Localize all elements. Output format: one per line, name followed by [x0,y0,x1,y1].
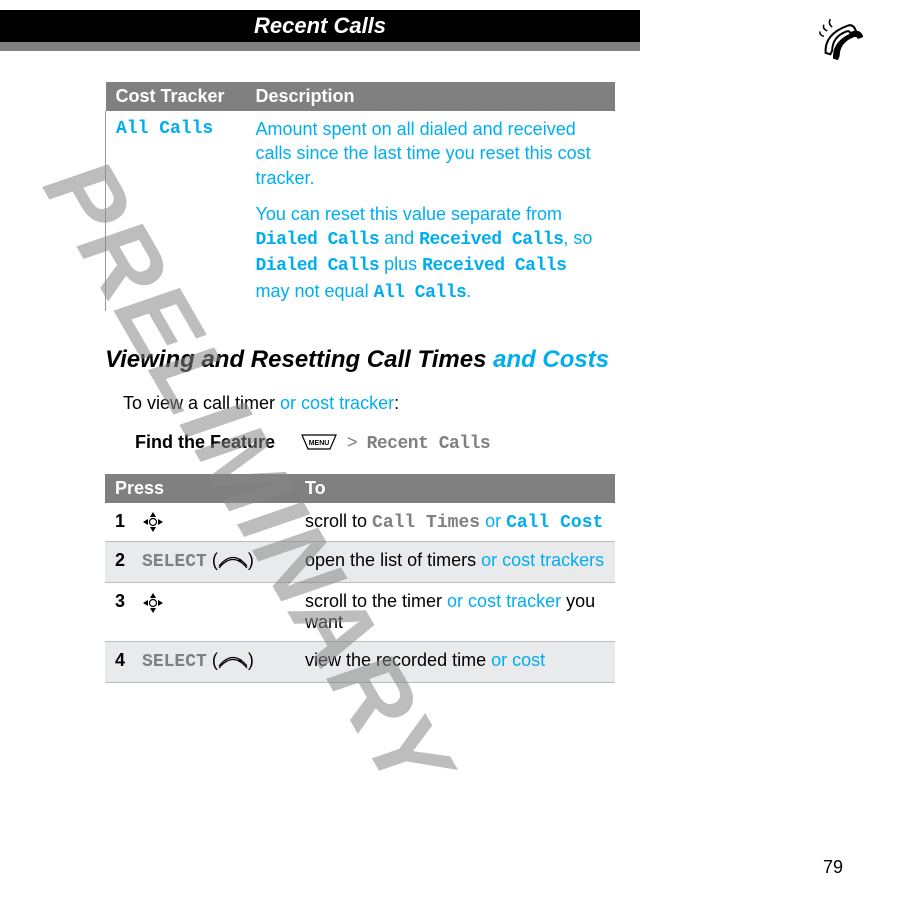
find-feature-label: Find the Feature [135,432,275,452]
text-span: You can reset this value separate from [256,204,563,224]
press-cell: 1 [105,503,295,542]
text-span: scroll to the timer [305,591,447,611]
text-span-cyan: or [480,511,506,531]
breadcrumb-separator: > [347,432,358,452]
text-span: view the recorded time [305,650,491,670]
table-row: 3 scroll to the timer or cost tracker yo… [105,583,615,642]
step-number: 3 [115,591,137,612]
svg-text:MENU: MENU [309,440,330,447]
lcd-text: Dialed Calls [256,230,380,250]
table-header-row: Press To [105,474,615,503]
text-span: , so [563,228,592,248]
lcd-text: Recent Calls [367,434,491,454]
col-header-cost-tracker: Cost Tracker [106,82,246,111]
text-span-cyan: or cost [491,650,545,670]
press-cell: 3 [105,583,295,642]
cost-tracker-table: Cost Tracker Description All Calls Amoun… [105,82,615,311]
to-cell: scroll to Call Times or Call Cost [295,503,615,542]
phone-icon [813,18,863,73]
press-cell: 4 SELECT ( ) [105,642,295,683]
select-label: SELECT [142,652,207,672]
right-soft-key-icon [218,653,248,674]
lcd-text-cyan: Call Cost [506,513,603,533]
text-span: may not equal [256,281,374,301]
page-title: Recent Calls [254,13,386,38]
text-span-cyan: or cost tracker [447,591,561,611]
description-para: Amount spent on all dialed and received … [256,117,605,190]
table-row: All Calls Amount spent on all dialed and… [106,111,615,311]
table-row: 2 SELECT ( ) open the list of timers or … [105,542,615,583]
nav-scroll-icon [142,591,164,611]
cost-tracker-name: All Calls [106,111,246,311]
body-paragraph: To view a call timer or cost tracker: [123,393,615,414]
text-span: . [466,281,471,301]
text-span: open the list of timers [305,550,481,570]
cost-tracker-description: Amount spent on all dialed and received … [246,111,615,311]
heading-text: Viewing and Resetting Call Times [105,346,493,373]
table-row: 4 SELECT ( ) view the recorded time or c… [105,642,615,683]
text-span: To view a call timer [123,393,280,413]
lcd-text: Dialed Calls [256,256,380,276]
step-number: 1 [115,511,137,532]
text-span: scroll to [305,511,372,531]
section-heading: Viewing and Resetting Call Times and Cos… [105,345,615,375]
lcd-text: Received Calls [422,256,566,276]
text-span: and [379,228,419,248]
to-cell: open the list of timers or cost trackers [295,542,615,583]
table-row: 1 scroll to Call Times or Call Cost [105,503,615,542]
col-header-to: To [295,474,615,503]
nav-scroll-icon [142,511,164,531]
text-span: : [394,393,399,413]
select-label: SELECT [142,552,207,572]
page-header: Recent Calls [0,10,640,42]
find-feature-path: MENU > Recent Calls [300,432,490,452]
text-span-cyan: or cost tracker [280,393,394,413]
table-header-row: Cost Tracker Description [106,82,615,111]
press-cell: 2 SELECT ( ) [105,542,295,583]
text-span: plus [379,254,422,274]
lcd-text: Received Calls [419,230,563,250]
menu-key-icon: MENU [300,433,338,456]
page-content: Cost Tracker Description All Calls Amoun… [105,82,615,683]
right-soft-key-icon [218,553,248,574]
description-para: You can reset this value separate from D… [256,202,605,305]
lcd-text: Call Times [372,513,480,533]
header-divider [0,42,640,51]
step-number: 4 [115,650,137,671]
to-cell: scroll to the timer or cost tracker you … [295,583,615,642]
heading-text-cyan: and Costs [493,346,609,373]
text-span-cyan: or cost trackers [481,550,604,570]
page-number: 79 [823,857,843,878]
step-number: 2 [115,550,137,571]
lcd-text: All Calls [374,283,467,303]
press-to-table: Press To 1 scroll to Call Times or C [105,474,615,683]
col-header-description: Description [246,82,615,111]
to-cell: view the recorded time or cost [295,642,615,683]
col-header-press: Press [105,474,295,503]
find-feature-line: Find the Feature MENU > Recent Calls [135,432,585,456]
